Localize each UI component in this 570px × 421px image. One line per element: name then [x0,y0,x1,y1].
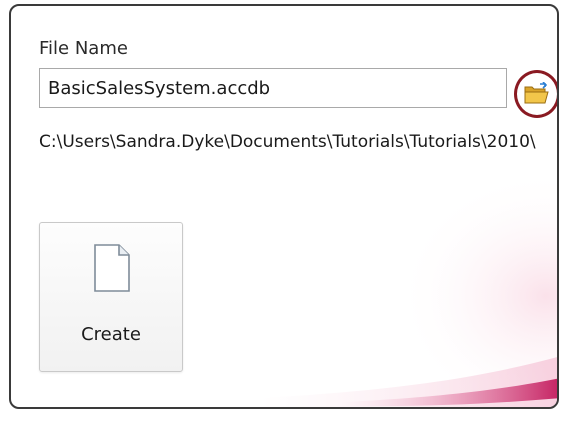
folder-open-icon [524,82,549,104]
file-name-input[interactable] [39,68,507,108]
browse-folder-button[interactable] [514,70,557,118]
blank-document-icon [94,244,130,292]
file-name-label: File Name [39,38,128,59]
save-location-path: C:\Users\Sandra.Dyke\Documents\Tutorials… [39,132,536,152]
new-database-panel: File Name C:\Users\Sandra.Dyke\Documents… [9,4,559,409]
create-button[interactable]: Create [39,222,183,372]
create-button-label: Create [81,324,141,345]
